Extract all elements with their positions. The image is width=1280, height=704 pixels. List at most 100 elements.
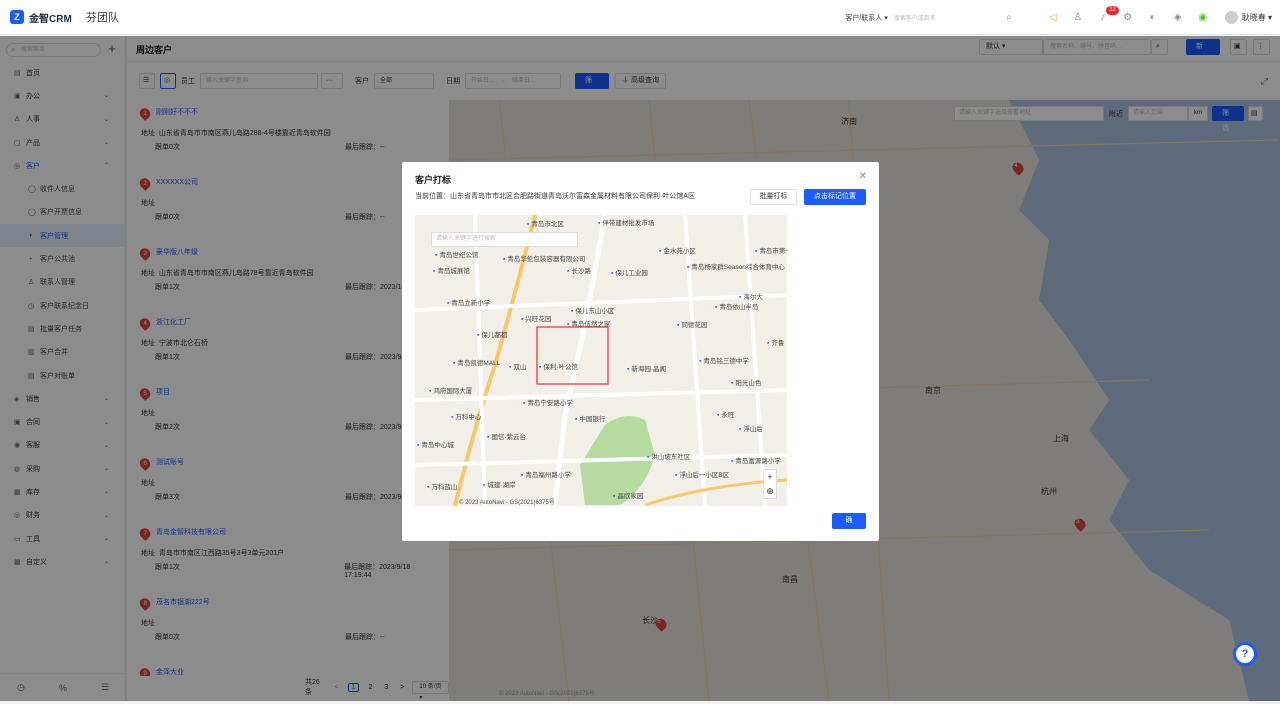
global-search-type[interactable]: 客户/联系人 ▾ [845,13,887,23]
map-place-label[interactable]: ▪ 青岛凯德MALL [453,357,500,367]
poi-icon: ▪ [739,294,742,301]
place-name: 青岛市北区 [531,221,564,228]
place-name: 国信·紫云台 [491,434,526,441]
poi-icon: ▪ [647,454,650,461]
dialog-map-search-input[interactable]: 请输入关键字进行搜索 [431,232,578,247]
place-name: 城建·湖岸 [487,482,516,489]
map-place-label[interactable]: ▪ 青岛世纪公馆 [435,249,478,259]
poi-icon: ▪ [717,412,720,419]
map-place-label[interactable]: ▪ 鸿府国际大厦 [429,385,472,395]
theme-icon[interactable]: ◐ [1143,8,1163,28]
app-icon[interactable]: ◉ [1193,8,1213,28]
place-name: 青岛宁安路小学 [527,400,573,407]
map-place-label[interactable]: ▪ 青岛杨家群Season综合体育中心 [687,261,785,271]
poi-icon: ▪ [677,322,680,329]
map-place-label[interactable]: ▪ 保利·叶公馆 [539,361,578,371]
map-place-label[interactable]: ▪ 双山 [509,361,526,371]
place-name: 青岛凯德MALL [457,360,501,367]
map-place-label[interactable]: ▪ 青岛立新小学 [447,297,490,307]
user-name: 耿晓春 ▾ [1241,13,1272,22]
place-name: 阳光山色 [735,380,762,387]
place-name: 浮山后一小区B区 [679,472,730,479]
map-place-label[interactable]: ▪ 国信·紫云台 [487,431,526,441]
zoom-controls: + ⊕ [763,469,777,499]
poi-icon: ▪ [521,472,524,479]
map-place-label[interactable]: ▪ 万科中心 [451,411,481,421]
poi-icon: ▪ [571,308,574,315]
map-place-label[interactable]: ▪ 青岛福州路小学 [521,469,571,479]
map-place-label[interactable]: ▪ 青岛伍然之家 [567,318,610,328]
gear-icon[interactable]: ⚙ [1118,8,1138,28]
place-name: 青岛华伦包装容器有限公司 [507,256,586,263]
poi-icon: ▪ [509,364,512,371]
shield-icon[interactable]: ◈ [1168,8,1188,28]
user-menu[interactable]: 耿晓春 ▾ [1224,11,1272,24]
bell-icon[interactable]: ♪ 32 [1093,5,1119,28]
map-place-label[interactable]: ▪ 伴带建材批发市场 [598,217,654,227]
map-place-label[interactable]: ▪ 青岛中心城 [417,439,454,449]
map-place-label[interactable]: ▪ 金水苑小区 [659,245,696,255]
map-place-label[interactable]: ▪ 新海园·晶阁 [627,363,666,373]
poi-icon: ▪ [427,484,430,491]
place-name: 青岛铭三德中学 [703,358,749,365]
place-name: 伴带建材批发市场 [602,220,655,227]
contacts-icon[interactable]: ♙ [1068,8,1088,28]
search-icon[interactable]: ⌕ [999,8,1019,28]
zoom-in-icon[interactable]: + [764,470,776,484]
map-place-label[interactable]: ▪ 兴旺花园 [521,313,551,323]
map-place-label[interactable]: ▪ 永旺 [717,409,734,419]
map-place-label[interactable]: ▪ 洪山坡东社区 [647,451,690,461]
global-search-input[interactable]: 搜索客户或商务 [894,13,994,22]
map-place-label[interactable]: ▪ 齐鲁 [767,337,784,347]
locate-icon[interactable]: ⊕ [764,484,776,498]
map-place-label[interactable]: ▪ 中国银行 [575,413,605,423]
map-place-label[interactable]: ▪ 海尔大 [739,291,763,301]
place-name: 保儿东山小区 [575,308,615,315]
map-place-label[interactable]: ▪ 保儿工业园 [611,267,648,277]
dialog-map[interactable]: 请输入关键字进行搜索 ▪ 青岛市北区 ▪ 伴带建材批发市场 ▪ 金水苑小区 ▪ 青岛杨家群Se… [415,215,787,506]
poi-icon: ▪ [731,458,734,465]
place-name: 青岛富源路小学 [735,458,781,465]
poi-icon: ▪ [539,364,542,371]
poi-icon: ▪ [433,268,436,275]
close-icon[interactable]: ✕ [859,171,867,182]
map-place-label[interactable]: ▪ 同德花园 [677,319,707,329]
current-location: 当前位置：山东省青岛市市北区合肥路街道青岛沃尔富森金属材料有限公司保利·叶公馆A… [415,193,695,200]
place-name: 兴旺花园 [525,316,552,323]
speaker-icon[interactable]: ◁ [1043,8,1063,28]
map-place-label[interactable]: ▪ 阳光山色 [731,377,761,387]
place-name: 青岛世纪公馆 [439,252,479,259]
poi-icon: ▪ [675,472,678,479]
place-name: 长沙路 [571,268,591,275]
mark-location-button[interactable]: 点击标记位置 [804,189,866,205]
dialog-map-copyright: © 2023 AutoNavi - GS(2021)6375号 [459,500,555,506]
map-place-label[interactable]: ▪青岛市第七中学 [755,245,787,255]
map-place-label[interactable]: ▪ 青岛铭三德中学 [699,355,749,365]
place-name: 洪山坡东社区 [651,454,691,461]
map-place-label[interactable]: ▪ 万科蓝山 [427,481,457,491]
confirm-button[interactable]: 确 定 [832,513,866,540]
map-place-label[interactable]: ▪ 青岛城展馆 [433,265,470,275]
map-place-label[interactable]: ▪ 保儿东山小区 [571,305,614,315]
place-name: 新海园·晶阁 [631,366,666,373]
map-place-label[interactable]: ▪ 青岛富源路小学 [731,455,781,465]
help-icon[interactable]: ? [1233,642,1257,666]
map-place-label[interactable]: ▪ 浮山后 [739,423,763,433]
map-place-label[interactable]: ▪ 青岛依山半岛 [715,301,758,311]
batch-mark-button[interactable]: 批量打标 [750,189,797,205]
map-place-label[interactable]: ▪ 城建·湖岸 [483,479,515,489]
map-place-label[interactable]: ▪ 青岛市北区 [527,218,564,228]
map-place-label[interactable]: ▪ 保儿都都 [477,329,507,339]
map-place-label[interactable]: ▪ 青岛华伦包装容器有限公司 [503,253,585,263]
poi-icon: ▪ [417,442,420,449]
map-place-label[interactable]: ▪ 长沙路 [567,265,591,275]
team-name[interactable]: 芬团队 [86,9,119,25]
poi-icon: ▪ [767,340,770,347]
place-name: 万科蓝山 [431,484,458,491]
brand-logo[interactable]: Z 金智CRM [0,10,80,25]
map-place-label[interactable]: ▪ 晶欣家园 [613,490,643,500]
map-place-label[interactable]: ▪ 浮山后一小区B区 [675,469,729,479]
poi-icon: ▪ [731,380,734,387]
avatar [1224,11,1238,24]
map-place-label[interactable]: ▪ 青岛宁安路小学 [523,397,573,407]
